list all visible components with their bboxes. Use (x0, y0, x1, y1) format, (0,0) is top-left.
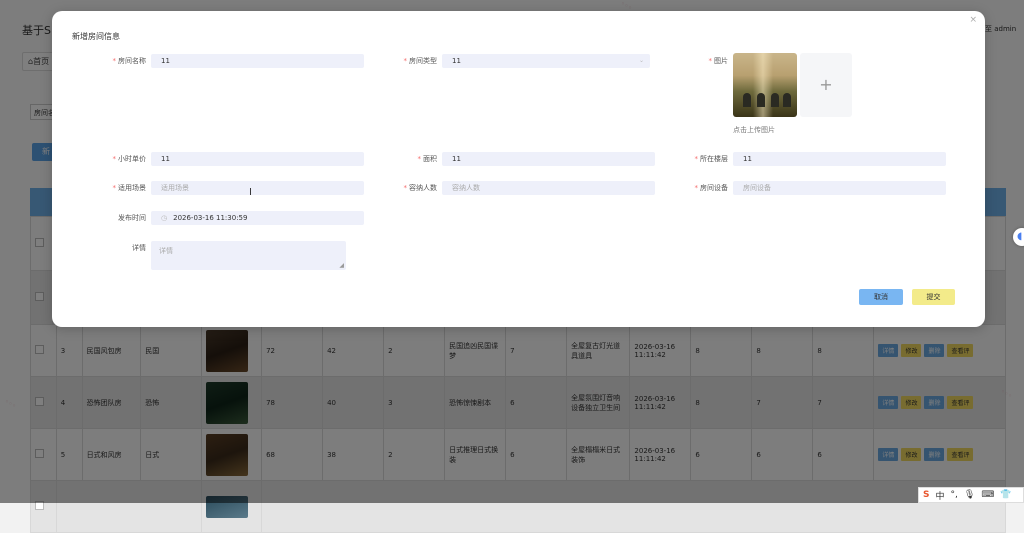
room-type-label: * 房间类型 (403, 57, 438, 65)
text-cursor-icon: I (249, 187, 252, 198)
close-icon[interactable]: × (969, 15, 977, 25)
upload-image-button[interactable]: + (800, 53, 852, 117)
resize-handle-icon[interactable]: ◢ (339, 262, 344, 269)
ime-toolbar[interactable]: S 中 °, 🎙 ⌨ 👕 (918, 487, 1024, 503)
detail-label: 详情 (132, 244, 146, 252)
capacity-input[interactable]: 容纳人数 (442, 181, 655, 195)
image-label: * 图片 (708, 57, 729, 65)
microphone-icon[interactable]: 🎙 (964, 490, 975, 500)
chevron-down-icon: ⌄ (638, 57, 644, 64)
tree-shape (757, 93, 765, 107)
keyboard-icon[interactable]: ⌨ (981, 490, 994, 500)
detail-textarea[interactable]: 详情 ◢ (151, 241, 346, 270)
capacity-label: * 容纳人数 (403, 184, 438, 192)
equipment-label: * 房间设备 (694, 184, 729, 192)
publish-time-picker[interactable]: ◷ 2026-03-16 11:30:59 (151, 211, 364, 225)
area-label: * 面积 (417, 155, 438, 163)
room-name-input[interactable]: 11 (151, 54, 364, 68)
floor-label: * 所在楼层 (694, 155, 729, 163)
ime-lang-toggle[interactable]: 中 (935, 489, 944, 502)
sogou-logo-icon: S (923, 490, 930, 500)
tree-shape (743, 93, 751, 107)
floating-assistant-icon[interactable]: ◖ (1013, 228, 1024, 246)
skin-icon[interactable]: 👕 (1000, 490, 1011, 500)
publish-time-label: 发布时间 (118, 214, 146, 222)
room-type-value: 11 (452, 57, 461, 65)
room-type-select[interactable]: 11 ⌄ (442, 54, 650, 68)
assistant-icon: ◖ (1017, 231, 1023, 242)
submit-button[interactable]: 提交 (912, 289, 955, 305)
detail-placeholder: 详情 (159, 247, 173, 255)
light-ray (753, 53, 773, 117)
upload-hint: 点击上传图片 (733, 126, 775, 134)
cancel-button[interactable]: 取消 (859, 289, 903, 305)
scene-input[interactable]: 适用场景 (151, 181, 364, 195)
scene-label: * 适用场景 (112, 184, 147, 192)
punctuation-icon[interactable]: °, (951, 490, 958, 500)
equipment-input[interactable]: 房间设备 (733, 181, 946, 195)
add-room-dialog: 新增房间信息 × * 房间名称 11 * 房间类型 11 ⌄ * 图片 + 点击上传图片… (52, 11, 985, 327)
tree-shape (783, 93, 791, 107)
floor-input[interactable]: 11 (733, 152, 946, 166)
dialog-title: 新增房间信息 (72, 32, 120, 41)
room-name-label: * 房间名称 (112, 57, 147, 65)
tree-shape (771, 93, 779, 107)
hourly-price-input[interactable]: 11 (151, 152, 364, 166)
area-input[interactable]: 11 (442, 152, 655, 166)
hourly-price-label: * 小时单价 (112, 155, 147, 163)
plus-icon: + (819, 75, 833, 94)
uploaded-image-preview[interactable] (733, 53, 797, 117)
clock-icon: ◷ (161, 214, 168, 222)
publish-time-value: 2026-03-16 11:30:59 (173, 214, 248, 222)
